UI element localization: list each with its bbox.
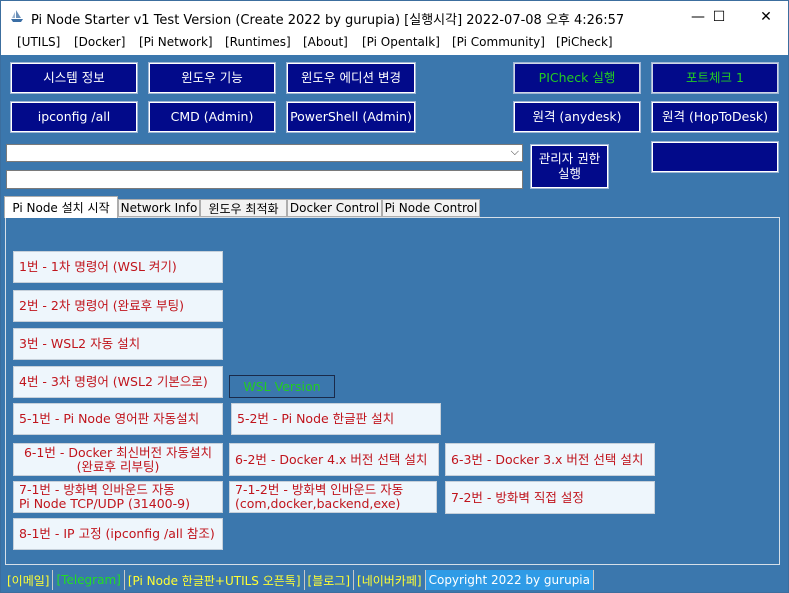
run-as-admin-button[interactable]: 관리자 권한 실행 xyxy=(530,144,609,189)
tab-pi-node-control[interactable]: Pi Node Control xyxy=(382,199,480,217)
command-input[interactable] xyxy=(6,170,523,189)
status-naver-cafe-link[interactable]: [네이버카페] xyxy=(354,570,426,590)
tab-pi-node-install[interactable]: Pi Node 설치 시작 xyxy=(4,196,118,218)
menu-about[interactable]: [About] xyxy=(303,35,348,49)
status-blog-link[interactable]: [블로그] xyxy=(304,570,355,590)
remote-anydesk-button[interactable]: 원격 (anydesk) xyxy=(513,101,641,133)
status-opentalk-link[interactable]: [Pi Node 한글판+UTILS 오픈톡] xyxy=(124,570,305,590)
tab-network-info[interactable]: Network Info xyxy=(118,199,200,217)
command-combo[interactable]: ⌵ xyxy=(6,144,523,162)
unlabeled-button[interactable] xyxy=(651,141,779,173)
step-6-2-button[interactable]: 6-2번 - Docker 4.x 버전 선택 설치 xyxy=(229,443,439,476)
tab-windows-optimize[interactable]: 윈도우 최적화 xyxy=(200,199,287,217)
step-3-button[interactable]: 3번 - WSL2 자동 설치 xyxy=(13,328,223,360)
status-bar: [이메일] [Telegram] [Pi Node 한글판+UTILS 오픈톡]… xyxy=(4,570,594,590)
step-6-1-button[interactable]: 6-1번 - Docker 최신버전 자동설치 (완료후 리부팅) xyxy=(13,443,223,476)
step-7-1-2-label-2: (com,docker,backend,exe) xyxy=(235,496,401,511)
menu-utils[interactable]: [UTILS] xyxy=(17,35,60,49)
menu-runtimes[interactable]: [Runtimes] xyxy=(225,35,291,49)
powershell-admin-button[interactable]: PowerShell (Admin) xyxy=(286,101,416,133)
step-8-1-button[interactable]: 8-1번 - IP 고정 (ipconfig /all 참조) xyxy=(13,518,223,550)
step-6-3-button[interactable]: 6-3번 - Docker 3.x 버전 선택 설치 xyxy=(445,443,655,476)
status-email-link[interactable]: [이메일] xyxy=(4,570,54,590)
step-7-1-label-2: Pi Node TCP/UDP (31400-9) xyxy=(19,496,190,511)
ipconfig-button[interactable]: ipconfig /all xyxy=(10,101,138,133)
run-as-admin-label-1: 관리자 권한 xyxy=(538,151,601,167)
system-info-button[interactable]: 시스템 정보 xyxy=(10,62,138,94)
step-7-2-button[interactable]: 7-2번 - 방화벽 직접 설정 xyxy=(445,481,655,514)
menu-pi-opentalk[interactable]: [Pi Opentalk] xyxy=(362,35,440,49)
menu-docker[interactable]: [Docker] xyxy=(74,35,125,49)
step-1-button[interactable]: 1번 - 1차 명령어 (WSL 켜기) xyxy=(13,251,223,283)
menu-picheck[interactable]: [PiCheck] xyxy=(556,35,613,49)
step-4-button[interactable]: 4번 - 3차 명령어 (WSL2 기본으로) xyxy=(13,366,223,398)
step-5-2-button[interactable]: 5-2번 - Pi Node 한글판 설치 xyxy=(231,403,441,435)
maximize-button[interactable]: ☐ xyxy=(696,1,742,32)
step-7-1-2-label-1: 7-1-2번 - 방화벽 인바운드 자동 xyxy=(235,482,404,498)
status-copyright: Copyright 2022 by gurupia xyxy=(425,570,594,590)
remote-hoptodesk-button[interactable]: 원격 (HopToDesk) xyxy=(651,101,779,133)
windows-features-button[interactable]: 윈도우 기능 xyxy=(148,62,276,94)
menu-pi-network[interactable]: [Pi Network] xyxy=(139,35,213,49)
step-7-1-label-1: 7-1번 - 방화벽 인바운드 자동 xyxy=(19,482,175,498)
tab-docker-control[interactable]: Docker Control xyxy=(287,199,382,217)
change-edition-button[interactable]: 윈도우 에디션 변경 xyxy=(286,62,416,94)
close-button[interactable]: ✕ xyxy=(743,1,789,32)
step-6-1-label-1: 6-1번 - Docker 최신버전 자동설치 xyxy=(23,444,213,460)
app-icon xyxy=(11,10,23,22)
picheck-run-button[interactable]: PICheck 실행 xyxy=(513,62,641,94)
cmd-admin-button[interactable]: CMD (Admin) xyxy=(148,101,276,133)
run-as-admin-label-2: 실행 xyxy=(557,165,581,181)
step-7-1-button[interactable]: 7-1번 - 방화벽 인바운드 자동 Pi Node TCP/UDP (3140… xyxy=(13,481,223,513)
step-2-button[interactable]: 2번 - 2차 명령어 (완료후 부팅) xyxy=(13,290,223,322)
menu-pi-community[interactable]: [Pi Community] xyxy=(452,35,545,49)
chevron-down-icon[interactable]: ⌵ xyxy=(511,145,519,159)
window-title: Pi Node Starter v1 Test Version (Create … xyxy=(31,13,625,28)
step-7-1-2-button[interactable]: 7-1-2번 - 방화벽 인바운드 자동 (com,docker,backend… xyxy=(229,481,437,513)
port-check-button[interactable]: 포트체크 1 xyxy=(651,62,779,94)
wsl-version-button[interactable]: WSL Version xyxy=(229,375,335,398)
title-bar: Pi Node Starter v1 Test Version (Create … xyxy=(0,0,789,31)
status-telegram-link[interactable]: [Telegram] xyxy=(53,570,125,590)
menu-bar: [UTILS] [Docker] [Pi Network] [Runtimes]… xyxy=(0,31,789,55)
step-5-1-button[interactable]: 5-1번 - Pi Node 영어판 자동설치 xyxy=(13,403,223,435)
step-6-1-label-2: (완료후 리부팅) xyxy=(76,458,160,474)
